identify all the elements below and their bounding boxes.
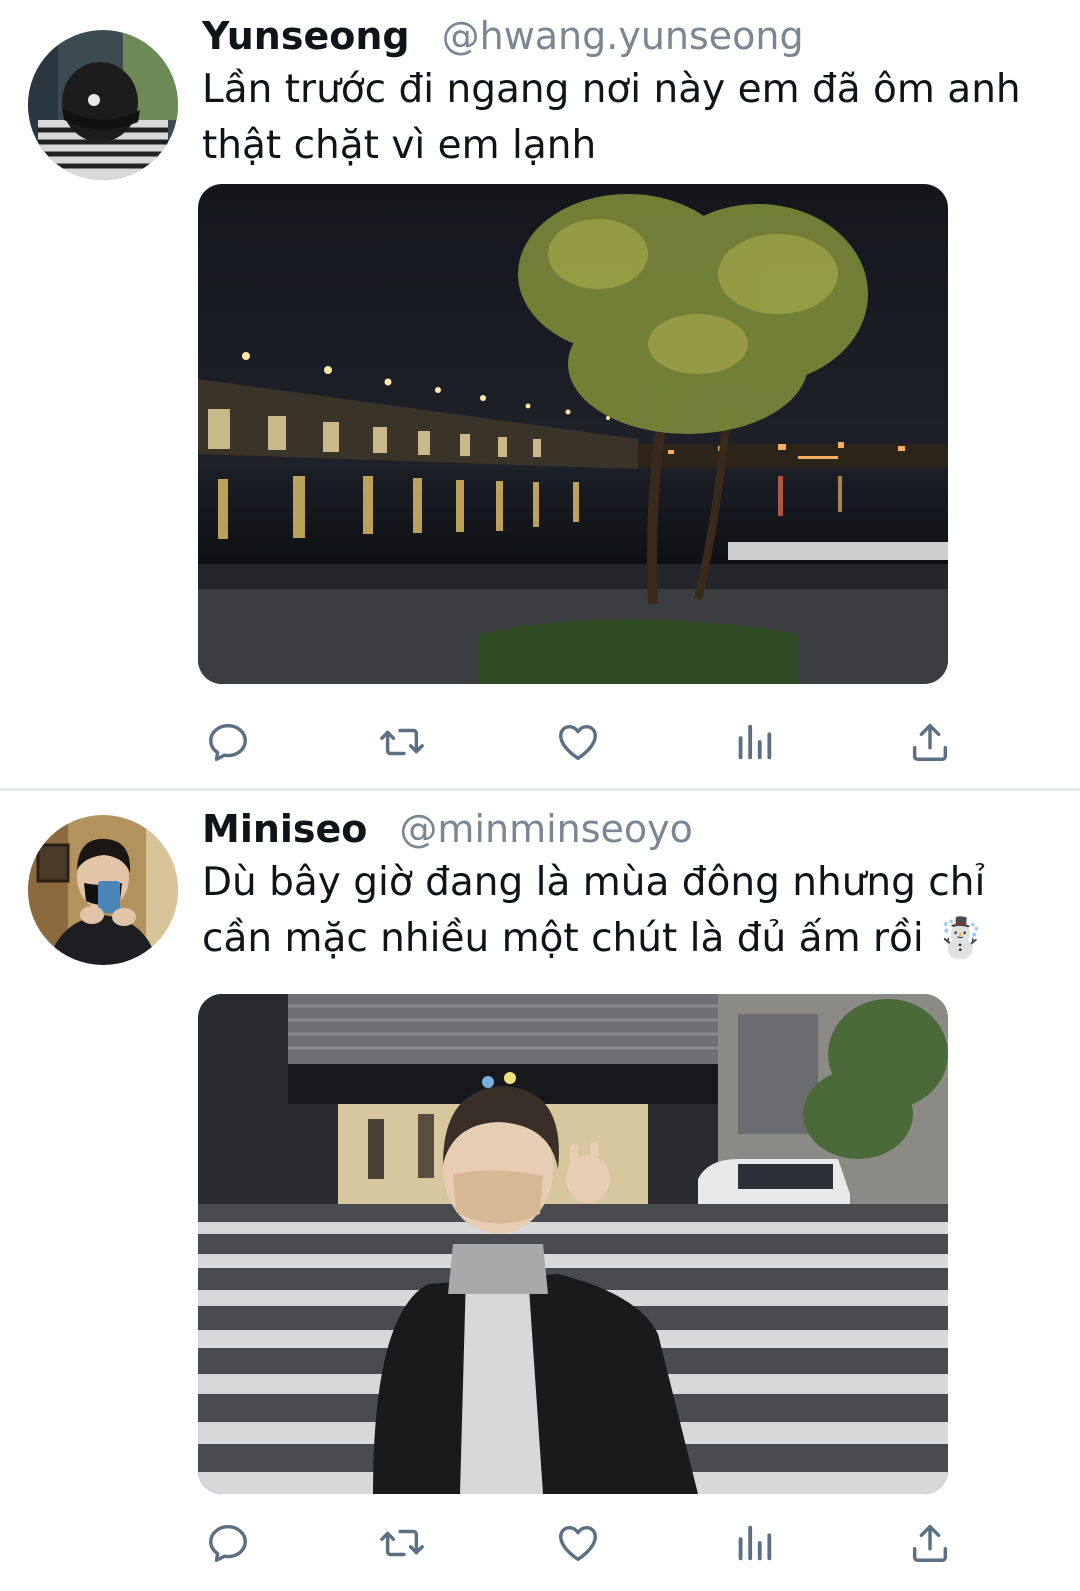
retweet-button[interactable] bbox=[372, 1513, 432, 1573]
share-icon bbox=[912, 1524, 948, 1562]
reply-button[interactable] bbox=[198, 712, 258, 772]
tweet-image[interactable] bbox=[198, 184, 948, 684]
views-icon bbox=[738, 724, 772, 760]
reply-icon bbox=[209, 1524, 247, 1562]
like-icon bbox=[559, 724, 597, 761]
user-handle[interactable]: @hwang.yunseong bbox=[442, 14, 804, 58]
avatar-photo bbox=[28, 815, 178, 965]
reply-icon bbox=[209, 723, 247, 761]
tweet-text: Dù bây giờ đang là mùa đông nhưng chỉ cầ… bbox=[202, 860, 986, 961]
display-name[interactable]: Yunseong bbox=[202, 14, 410, 58]
tweet[interactable]: Yunseong @hwang.yunseong Lần trước đi ng… bbox=[0, 0, 1080, 790]
share-icon bbox=[912, 723, 948, 761]
retweet-icon bbox=[380, 728, 424, 756]
river-bridge-night-photo bbox=[198, 184, 948, 684]
share-button[interactable] bbox=[900, 712, 960, 772]
tweet[interactable]: Miniseo @minminseoyo Dù bây giờ đang là … bbox=[0, 793, 1080, 1591]
avatar[interactable] bbox=[28, 815, 178, 965]
like-button[interactable] bbox=[548, 712, 608, 772]
tweet-actions bbox=[198, 712, 978, 772]
like-button[interactable] bbox=[548, 1513, 608, 1573]
avatar[interactable] bbox=[28, 30, 178, 180]
views-icon bbox=[738, 1525, 772, 1561]
share-button[interactable] bbox=[900, 1513, 960, 1573]
tweet-actions bbox=[198, 1513, 978, 1573]
like-icon bbox=[559, 1525, 597, 1562]
avatar-photo bbox=[28, 30, 178, 180]
tweet-header: Miniseo @minminseoyo bbox=[202, 807, 693, 851]
retweet-icon bbox=[380, 1529, 424, 1557]
tweet-divider bbox=[0, 788, 1080, 791]
tweet-image[interactable] bbox=[198, 994, 948, 1494]
tweet-text: Lần trước đi ngang nơi này em đã ôm anh … bbox=[202, 67, 1021, 168]
display-name[interactable]: Miniseo bbox=[202, 807, 367, 851]
user-handle[interactable]: @minminseoyo bbox=[399, 807, 692, 851]
views-button[interactable] bbox=[724, 1513, 784, 1573]
reply-button[interactable] bbox=[198, 1513, 258, 1573]
street-crosswalk-night-photo bbox=[198, 994, 948, 1494]
views-button[interactable] bbox=[724, 712, 784, 772]
tweet-header: Yunseong @hwang.yunseong bbox=[202, 14, 804, 58]
retweet-button[interactable] bbox=[372, 712, 432, 772]
